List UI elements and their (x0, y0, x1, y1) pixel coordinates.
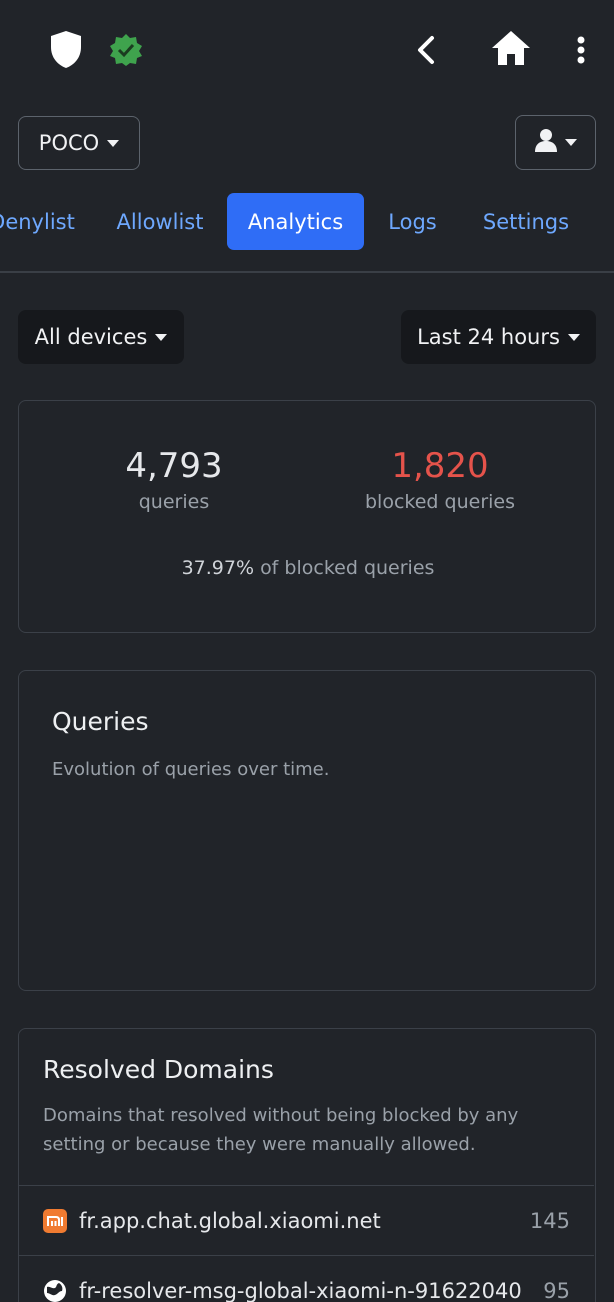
domain-count: 95 (543, 1278, 570, 1302)
analytics-screen: POCO Denylist Allowlist Analytics Logs S… (0, 0, 614, 1302)
devices-filter-dropdown[interactable]: All devices (18, 310, 184, 364)
chevron-down-icon (564, 139, 577, 146)
period-filter-dropdown[interactable]: Last 24 hours (401, 310, 596, 364)
chevron-down-icon (567, 333, 580, 341)
resolved-domains-title: Resolved Domains (43, 1055, 274, 1084)
blocked-ratio-value: 37.97% (181, 557, 255, 579)
blocked-queries-count: 1,820 (391, 446, 489, 486)
queries-card-title: Queries (52, 707, 149, 736)
queries-card-subtitle: Evolution of queries over time. (52, 759, 330, 780)
resolved-domains-card: Resolved Domains Domains that resolved w… (18, 1028, 596, 1302)
back-icon[interactable] (408, 30, 444, 70)
blocked-ratio-suffix: of blocked queries (260, 557, 435, 579)
blocked-ratio-line: 37.97% of blocked queries (19, 557, 597, 579)
account-dropdown[interactable] (515, 115, 596, 170)
domain-row[interactable]: fr.app.chat.global.xiaomi.net 145 (19, 1185, 594, 1255)
stats-card: 4,793 queries 1,820 blocked queries 37.9… (18, 400, 596, 633)
devices-filter-label: All devices (34, 325, 148, 349)
resolved-domains-subtitle: Domains that resolved without being bloc… (43, 1105, 519, 1155)
globe-icon (43, 1279, 67, 1302)
domain-name: fr.app.chat.global.xiaomi.net (79, 1208, 381, 1233)
chevron-down-icon (155, 333, 168, 341)
profile-dropdown[interactable]: POCO (18, 116, 140, 170)
home-icon[interactable] (488, 26, 534, 70)
period-filter-label: Last 24 hours (417, 325, 560, 349)
tab-settings[interactable]: Settings (472, 193, 580, 250)
domain-count: 145 (529, 1208, 570, 1233)
domain-row[interactable]: fr-resolver-msg-global-xiaomi-n-91622040… (19, 1255, 594, 1302)
blocked-queries-label: blocked queries (365, 491, 515, 513)
tab-allowlist[interactable]: Allowlist (104, 193, 216, 250)
verified-badge-icon (107, 31, 145, 69)
tab-analytics[interactable]: Analytics (227, 193, 364, 250)
domain-name: fr-resolver-msg-global-xiaomi-n-91622040 (79, 1278, 522, 1302)
more-vert-icon[interactable] (566, 30, 596, 70)
total-queries-count: 4,793 (125, 446, 223, 486)
tab-bar: Denylist Allowlist Analytics Logs Settin… (0, 193, 614, 251)
queries-chart-card: Queries Evolution of queries over time. (18, 670, 596, 991)
user-icon (534, 128, 557, 157)
tab-denylist[interactable]: Denylist (0, 193, 78, 250)
chevron-down-icon (107, 139, 120, 147)
total-queries-label: queries (138, 491, 210, 513)
tabs-divider (0, 271, 614, 273)
xiaomi-logo-icon (43, 1208, 67, 1233)
tab-logs[interactable]: Logs (376, 193, 449, 250)
app-bar (0, 0, 614, 100)
profile-label: POCO (38, 131, 100, 155)
shield-icon (46, 28, 86, 70)
